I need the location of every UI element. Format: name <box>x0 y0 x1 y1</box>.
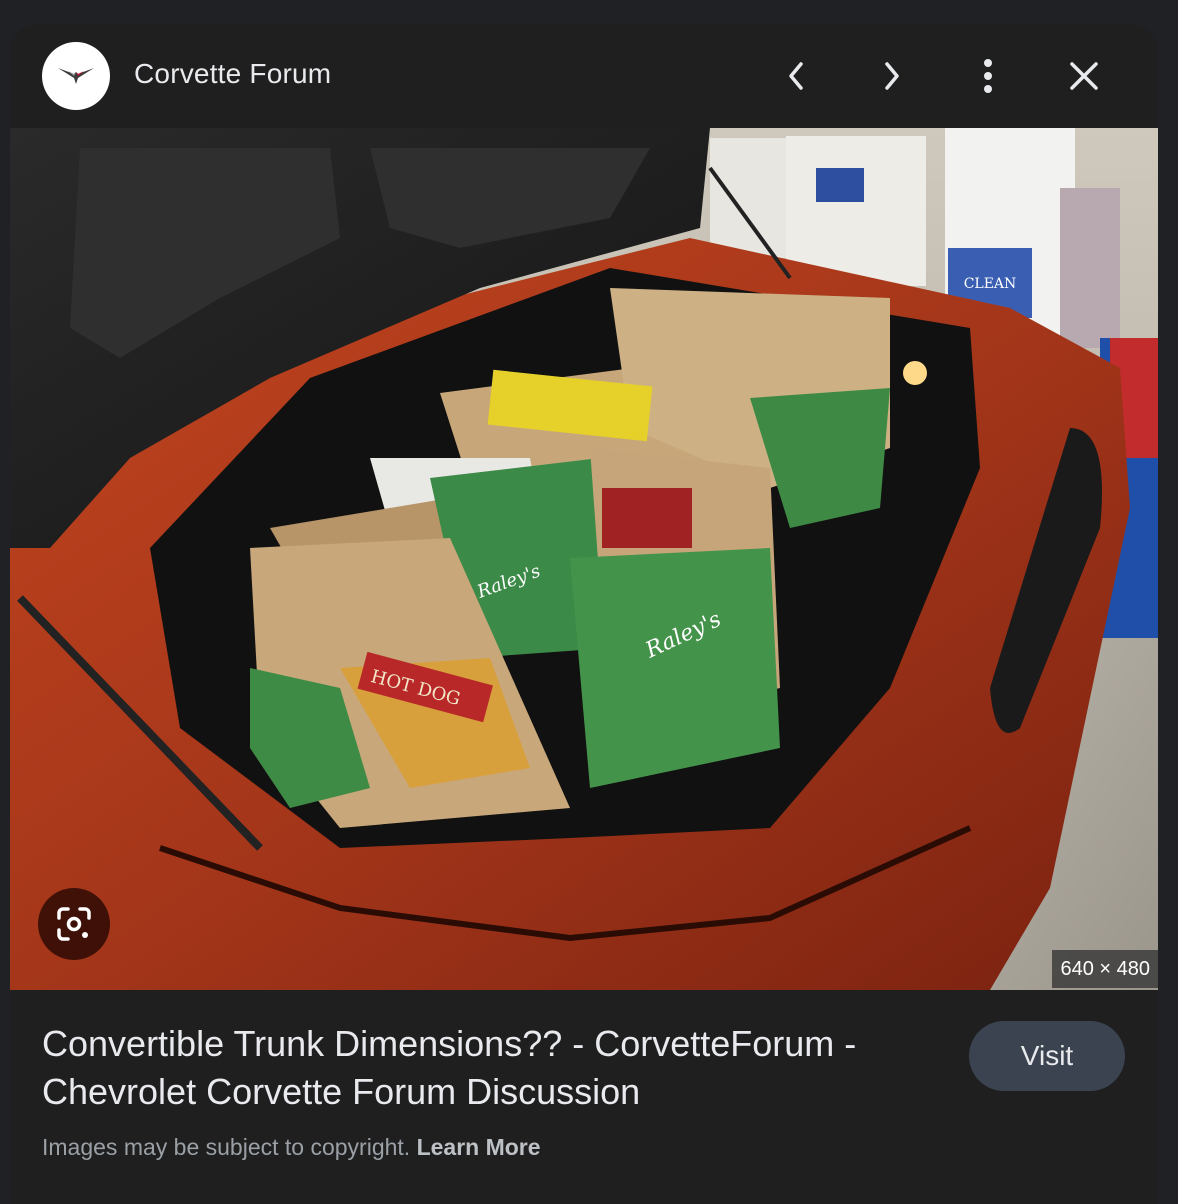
white-bin <box>786 136 926 286</box>
previous-button[interactable] <box>774 54 818 98</box>
google-lens-button[interactable] <box>38 888 110 960</box>
car-trunk-photo: CLEAN Raley's Raley's HOT DOG <box>10 128 1158 990</box>
preview-image[interactable]: CLEAN Raley's Raley's HOT DOG 640 × 480 <box>10 128 1158 990</box>
red-box <box>602 488 692 548</box>
litter-label-text: CLEAN <box>964 276 1017 292</box>
close-icon <box>1070 62 1098 90</box>
viewer-header: Corvette Forum <box>10 24 1158 128</box>
visit-button[interactable]: Visit <box>969 1021 1125 1091</box>
cups-stack <box>1060 188 1120 348</box>
copyright-text: Images may be subject to copyright. <box>42 1134 411 1160</box>
image-dimensions-badge: 640 × 480 <box>1052 950 1158 988</box>
result-title[interactable]: Convertible Trunk Dimensions?? - Corvett… <box>42 1020 922 1116</box>
grocery-bag-green <box>570 548 780 788</box>
chevron-left-icon <box>789 62 803 90</box>
copyright-notice: Images may be subject to copyright. Lear… <box>42 1134 541 1161</box>
site-name[interactable]: Corvette Forum <box>134 58 331 90</box>
bin-label <box>816 168 864 202</box>
next-button[interactable] <box>870 54 914 98</box>
corvette-logo-icon <box>58 68 94 84</box>
site-favicon[interactable] <box>42 42 110 110</box>
chevron-right-icon <box>885 62 899 90</box>
image-viewer-panel: Corvette Forum CLEAN Raley's Raley's HOT… <box>10 24 1158 1204</box>
learn-more-link[interactable]: Learn More <box>417 1134 541 1160</box>
google-lens-icon <box>57 907 91 941</box>
trunk-light <box>903 361 927 385</box>
more-vertical-icon <box>984 59 992 93</box>
more-options-button[interactable] <box>966 54 1010 98</box>
close-button[interactable] <box>1062 54 1106 98</box>
